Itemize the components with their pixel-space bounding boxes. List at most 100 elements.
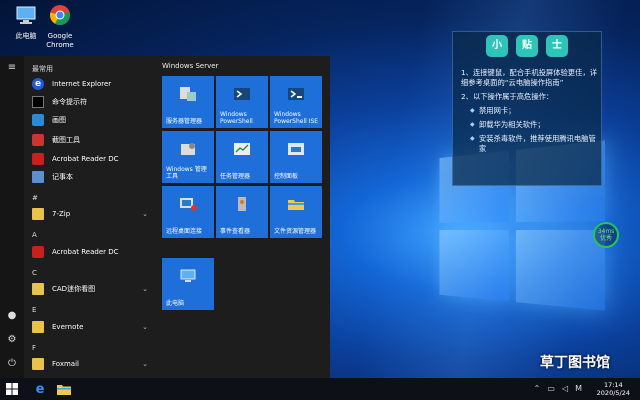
tile-this-pc[interactable]: 此电脑 bbox=[162, 258, 214, 310]
app-list: 最常用 e Internet Explorer 命令提示符 画图 截图工具 Ac… bbox=[24, 56, 156, 378]
start-button[interactable] bbox=[0, 378, 24, 400]
app-label: Evernote bbox=[52, 323, 84, 331]
snipping-icon bbox=[32, 134, 44, 146]
app-label: 画图 bbox=[52, 116, 66, 124]
app-label: CAD迷你看图 bbox=[52, 285, 96, 293]
start-rail: ≡ ● ⚙ ⏻ bbox=[0, 56, 24, 378]
latency-status: 优秀 bbox=[599, 235, 612, 242]
folder-icon bbox=[32, 283, 44, 295]
app-snipping-tool[interactable]: 截图工具 bbox=[32, 131, 152, 149]
clock-time: 17:14 bbox=[603, 381, 623, 389]
computer-icon bbox=[16, 6, 36, 24]
tip-bullet: 安装杀毒软件，推荐使用腾讯电脑管家 bbox=[470, 134, 599, 154]
app-label: Internet Explorer bbox=[52, 80, 112, 88]
app-label: Foxmail bbox=[52, 360, 79, 368]
app-label: 7-Zip bbox=[52, 210, 71, 218]
recent-header: 最常用 bbox=[32, 65, 53, 73]
this-pc-icon bbox=[180, 269, 196, 282]
desktop-icon-chrome[interactable]: Google Chrome bbox=[38, 4, 82, 50]
tile-control-panel[interactable]: 控制面板 bbox=[270, 131, 322, 183]
app-paint[interactable]: 画图 bbox=[32, 111, 152, 129]
notepad-icon bbox=[32, 171, 44, 183]
tile-label: Windows 管理 工具 bbox=[166, 166, 207, 180]
tile-task-manager[interactable]: 任务管理器 bbox=[216, 131, 268, 183]
tile-remote-desktop[interactable]: 远程桌面连接 bbox=[162, 186, 214, 238]
event-viewer-icon bbox=[238, 197, 246, 211]
tip-title-char: 小 bbox=[486, 35, 508, 57]
app-internet-explorer[interactable]: e Internet Explorer bbox=[32, 75, 152, 93]
latency-indicator[interactable]: 34ms 优秀 bbox=[593, 222, 619, 248]
taskbar: e ⌃ ▭ ◁ M 17:14 2020/5/24 bbox=[0, 378, 640, 400]
chrome-icon bbox=[49, 5, 70, 26]
app-7zip[interactable]: 7-Zip ⌄ bbox=[32, 205, 152, 223]
tile-label: 此电脑 bbox=[166, 300, 185, 307]
app-label: 截图工具 bbox=[52, 136, 80, 144]
chevron-down-icon: ⌄ bbox=[142, 323, 148, 331]
chevron-up-icon[interactable]: ⌃ bbox=[534, 384, 541, 393]
app-label: 记事本 bbox=[52, 173, 73, 181]
folder-icon bbox=[32, 321, 44, 333]
tile-event-viewer[interactable]: 事件查看器 bbox=[216, 186, 268, 238]
settings-gear-icon[interactable]: ⚙ bbox=[6, 334, 18, 346]
tile-file-explorer[interactable]: 文件资源管理器 bbox=[270, 186, 322, 238]
app-label: 命令提示符 bbox=[52, 98, 87, 106]
start-menu: ≡ ● ⚙ ⏻ 最常用 e Internet Explorer 命令提示符 画图… bbox=[0, 56, 330, 378]
clock[interactable]: 17:14 2020/5/24 bbox=[597, 381, 630, 397]
task-manager-icon bbox=[234, 143, 250, 155]
app-notepad[interactable]: 记事本 bbox=[32, 168, 152, 186]
paint-icon bbox=[32, 114, 44, 126]
tip-item-2: 2、以下操作属于高危操作： bbox=[461, 92, 554, 101]
tip-title-char: 贴 bbox=[516, 35, 538, 57]
app-label: Acrobat Reader DC bbox=[52, 248, 119, 256]
latency-value: 34ms bbox=[597, 228, 615, 235]
ie-icon: e bbox=[35, 381, 45, 397]
admin-tools-icon bbox=[181, 143, 195, 155]
tile-powershell[interactable]: Windows PowerShell bbox=[216, 76, 268, 128]
powershell-icon bbox=[234, 88, 250, 100]
windows-start-icon bbox=[6, 383, 18, 395]
tip-bullet: 卸载华为相关软件； bbox=[470, 120, 599, 130]
app-acrobat-reader-dc[interactable]: Acrobat Reader DC bbox=[32, 243, 152, 261]
app-label: Acrobat Reader DC bbox=[52, 155, 119, 163]
control-panel-icon bbox=[288, 143, 304, 155]
powershell-ise-icon bbox=[288, 88, 304, 100]
app-foxmail[interactable]: Foxmail ⌄ bbox=[32, 355, 152, 373]
app-acrobat-reader[interactable]: Acrobat Reader DC bbox=[32, 150, 152, 168]
tile-server-manager[interactable]: 服务器管理器 bbox=[162, 76, 214, 128]
tip-bullet: 禁用网卡； bbox=[470, 106, 599, 116]
group-header: # bbox=[32, 194, 38, 202]
ime-indicator[interactable]: M bbox=[575, 384, 582, 393]
tip-title: 小 贴 士 bbox=[453, 35, 601, 57]
hamburger-menu-icon[interactable]: ≡ bbox=[6, 62, 18, 74]
app-evernote[interactable]: Evernote ⌄ bbox=[32, 318, 152, 336]
group-header: F bbox=[32, 344, 37, 352]
tile-admin-tools[interactable]: Windows 管理 工具 bbox=[162, 131, 214, 183]
group-header: C bbox=[32, 269, 37, 277]
tile-label: 事件查看器 bbox=[220, 228, 251, 235]
tip-item-1: 1、连接键鼠，配合手机投屏体验更佳，详细参考桌面的“云电脑操作指南” bbox=[461, 68, 597, 87]
desktop-icon-label: Google Chrome bbox=[46, 32, 74, 49]
chevron-down-icon: ⌄ bbox=[142, 285, 148, 293]
tile-label: Windows PowerShell bbox=[220, 111, 253, 125]
app-cad-viewer[interactable]: CAD迷你看图 ⌄ bbox=[32, 280, 152, 298]
tile-label: 远程桌面连接 bbox=[166, 228, 203, 235]
app-command-prompt[interactable]: 命令提示符 bbox=[32, 93, 152, 111]
taskbar-file-explorer-button[interactable] bbox=[52, 378, 76, 400]
ie-icon: e bbox=[32, 78, 44, 90]
power-icon[interactable]: ⏻ bbox=[6, 358, 18, 370]
chevron-down-icon: ⌄ bbox=[142, 360, 148, 368]
tip-body: 1、连接键鼠，配合手机投屏体验更佳，详细参考桌面的“云电脑操作指南” 2、以下操… bbox=[461, 68, 599, 158]
volume-icon[interactable]: ◁ bbox=[562, 384, 568, 393]
tip-title-char: 士 bbox=[546, 35, 568, 57]
tile-label: 控制面板 bbox=[274, 173, 299, 180]
group-header: A bbox=[32, 231, 37, 239]
folder-icon bbox=[32, 358, 44, 370]
taskbar-ie-button[interactable]: e bbox=[28, 378, 52, 400]
file-explorer-icon bbox=[288, 200, 304, 210]
folder-icon bbox=[32, 208, 44, 220]
folder-icon bbox=[57, 385, 71, 395]
network-icon[interactable]: ▭ bbox=[547, 384, 555, 393]
user-account-icon[interactable]: ● bbox=[6, 310, 18, 322]
tile-powershell-ise[interactable]: Windows PowerShell ISE bbox=[270, 76, 322, 128]
tiles-group-header: Windows Server bbox=[162, 62, 219, 70]
